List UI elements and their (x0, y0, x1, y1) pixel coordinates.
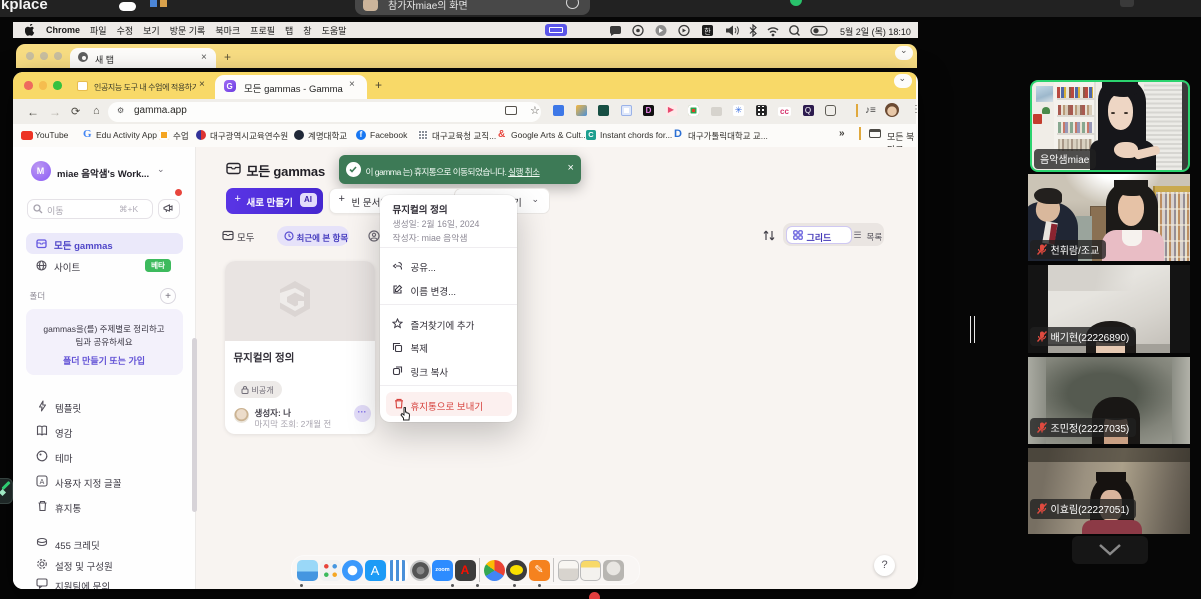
svg-text:A: A (40, 479, 45, 486)
svg-text:한: 한 (704, 27, 711, 35)
